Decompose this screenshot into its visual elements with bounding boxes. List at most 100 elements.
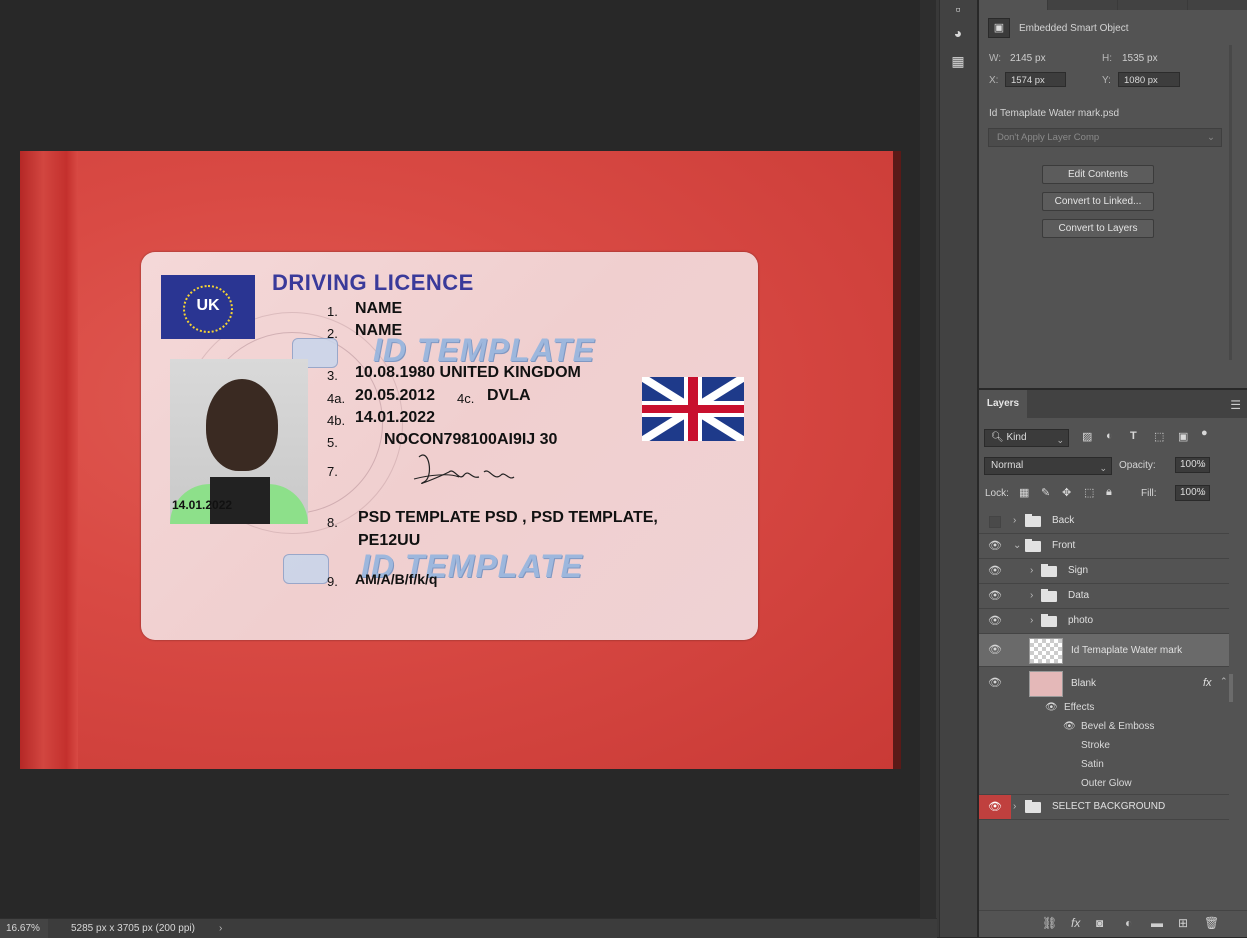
- layers-panel-header: Layers ☰: [979, 390, 1247, 418]
- photo-date: 14.01.2022: [172, 498, 233, 512]
- chevron-right-icon[interactable]: ›: [219, 919, 222, 938]
- type-filter-icon[interactable]: T: [1130, 430, 1137, 442]
- field-num: 8.: [327, 515, 338, 530]
- layer-row-data[interactable]: 👁︎ › Data: [979, 584, 1229, 609]
- scrollbar-track[interactable]: [936, 0, 939, 937]
- folder-icon: [1025, 800, 1041, 813]
- photo-head: [206, 379, 278, 471]
- effect-item[interactable]: Bevel & Emboss: [1081, 721, 1154, 732]
- folder-icon: [1041, 564, 1057, 577]
- opacity-label: Opacity:: [1119, 460, 1156, 471]
- visibility-toggle[interactable]: [979, 509, 1011, 533]
- chevron-down-icon[interactable]: ⌄: [1013, 534, 1021, 558]
- properties-scrollbar[interactable]: [1229, 45, 1232, 360]
- trash-icon[interactable]: 🗑︎: [1204, 916, 1219, 930]
- lock-artboard-icon[interactable]: ⬚: [1084, 486, 1094, 499]
- lock-all-icon[interactable]: 🔒︎: [1106, 486, 1112, 499]
- smart-object-filter-icon[interactable]: ▣: [1178, 430, 1188, 443]
- field-num: 4c.: [457, 391, 475, 406]
- add-mask-icon[interactable]: ◙: [1096, 916, 1103, 930]
- new-layer-icon[interactable]: ⊞: [1178, 916, 1188, 930]
- effect-item[interactable]: Stroke: [1081, 740, 1110, 751]
- effects-label: Effects: [1064, 702, 1095, 713]
- folder-icon: [1041, 589, 1057, 602]
- card-title: DRIVING LICENCE: [272, 270, 474, 295]
- pixel-filter-icon[interactable]: ▨: [1082, 430, 1092, 443]
- layer-row-photo[interactable]: 👁︎ › photo: [979, 609, 1229, 634]
- canvas-area[interactable]: UK DRIVING LICENCE 1. NAME 2. NAME ID TE…: [0, 0, 920, 918]
- chevron-down-icon[interactable]: ⌄: [1198, 459, 1206, 470]
- adjustment-filter-icon[interactable]: ◐: [1106, 430, 1113, 442]
- chevron-right-icon[interactable]: ›: [1013, 795, 1016, 819]
- eye-icon[interactable]: 👁︎: [979, 534, 1011, 558]
- fx-icon[interactable]: fx: [1203, 667, 1212, 700]
- filter-kind-select[interactable]: 🔍︎ Kind ⌄: [984, 429, 1069, 447]
- x-position-input[interactable]: 1574 px: [1005, 72, 1066, 87]
- effect-item[interactable]: Outer Glow: [1081, 778, 1132, 789]
- layer-name: Blank: [1071, 678, 1097, 689]
- layer-name: photo: [1068, 615, 1094, 626]
- layer-comp-select[interactable]: Don't Apply Layer Comp ⌄: [988, 128, 1222, 147]
- blend-mode-select[interactable]: Normal ⌄: [984, 457, 1112, 475]
- zoom-level[interactable]: 16.67%: [0, 919, 48, 938]
- lock-transparent-icon[interactable]: ▦: [1019, 486, 1029, 499]
- layer-row-watermark[interactable]: 👁︎ Id Temaplate Water mark: [979, 634, 1229, 667]
- shape-filter-icon[interactable]: ⬚: [1154, 430, 1164, 443]
- layers-scrollbar[interactable]: [1229, 674, 1233, 702]
- eye-icon[interactable]: 👁︎: [979, 584, 1011, 608]
- canvas-scrollbar[interactable]: [920, 0, 940, 937]
- lock-brush-icon[interactable]: ✎: [1041, 486, 1050, 499]
- tab-layers[interactable]: Layers: [979, 390, 1027, 418]
- chevron-down-icon[interactable]: ⌄: [1198, 487, 1206, 498]
- layer-name: Id Temaplate Water mark: [1071, 645, 1183, 656]
- lock-label: Lock:: [985, 488, 1009, 499]
- chevron-up-icon[interactable]: ⌃: [1220, 676, 1228, 687]
- eye-icon[interactable]: 👁︎: [979, 559, 1011, 583]
- grid-icon[interactable]: ▦: [948, 52, 968, 70]
- eye-icon[interactable]: 👁︎: [1045, 702, 1058, 713]
- licence-card: UK DRIVING LICENCE 1. NAME 2. NAME ID TE…: [141, 252, 758, 640]
- tab-properties[interactable]: [979, 0, 1048, 10]
- properties-icon[interactable]: ▫: [948, 0, 968, 18]
- eye-icon[interactable]: 👁︎: [979, 795, 1011, 819]
- tab-libraries[interactable]: [1119, 0, 1188, 10]
- y-position-input[interactable]: 1080 px: [1118, 72, 1180, 87]
- link-layers-icon[interactable]: ⛓: [1042, 916, 1057, 930]
- color-palette-icon[interactable]: ◕: [948, 24, 968, 42]
- field-categories: AM/A/B/f/k/q: [355, 571, 438, 587]
- eye-icon[interactable]: 👁︎: [979, 634, 1011, 667]
- layer-row-blank[interactable]: 👁︎ Blank fx: [979, 667, 1229, 700]
- field-num: 5.: [327, 435, 338, 450]
- eye-icon[interactable]: 👁︎: [979, 667, 1011, 700]
- effect-item[interactable]: Satin: [1081, 759, 1104, 770]
- chevron-right-icon[interactable]: ›: [1030, 559, 1033, 583]
- new-adjustment-icon[interactable]: ◐: [1125, 916, 1132, 930]
- layer-row-sign[interactable]: 👁︎ › Sign: [979, 559, 1229, 584]
- layer-row-back[interactable]: › Back: [979, 509, 1229, 534]
- watermark-icon: [283, 554, 329, 584]
- eye-icon[interactable]: 👁︎: [1063, 721, 1076, 732]
- eye-icon[interactable]: 👁︎: [979, 609, 1011, 633]
- chevron-right-icon[interactable]: ›: [1030, 609, 1033, 633]
- layer-row-front[interactable]: 👁︎ ⌄ Front: [979, 534, 1229, 559]
- chevron-right-icon[interactable]: ›: [1013, 509, 1016, 533]
- properties-panel: ▣ Embedded Smart Object W: 2145 px H: 15…: [979, 0, 1247, 388]
- filter-toggle-icon[interactable]: ●: [1201, 427, 1208, 439]
- chevron-right-icon[interactable]: ›: [1030, 584, 1033, 608]
- folder-icon: [1041, 614, 1057, 627]
- layer-row-select-background[interactable]: 👁︎ › SELECT BACKGROUND: [979, 795, 1229, 820]
- blend-mode-value: Normal: [991, 460, 1024, 471]
- add-style-icon[interactable]: fx: [1071, 916, 1080, 930]
- document-canvas[interactable]: UK DRIVING LICENCE 1. NAME 2. NAME ID TE…: [20, 151, 901, 769]
- panel-menu-icon[interactable]: ☰: [1230, 398, 1241, 412]
- new-group-icon[interactable]: ▬: [1151, 916, 1163, 930]
- lock-position-icon[interactable]: ✥: [1062, 486, 1071, 499]
- layer-name: Back: [1052, 515, 1075, 526]
- convert-to-layers-button[interactable]: Convert to Layers: [1042, 219, 1154, 238]
- field-expiry: 14.01.2022: [355, 409, 436, 426]
- convert-to-linked-button[interactable]: Convert to Linked...: [1042, 192, 1154, 211]
- tab-adjustments[interactable]: [1049, 0, 1118, 10]
- layers-footer: ⛓ fx ◙ ◐ ▬ ⊞ 🗑︎: [979, 910, 1247, 937]
- field-surname: NAME: [355, 300, 403, 317]
- edit-contents-button[interactable]: Edit Contents: [1042, 165, 1154, 184]
